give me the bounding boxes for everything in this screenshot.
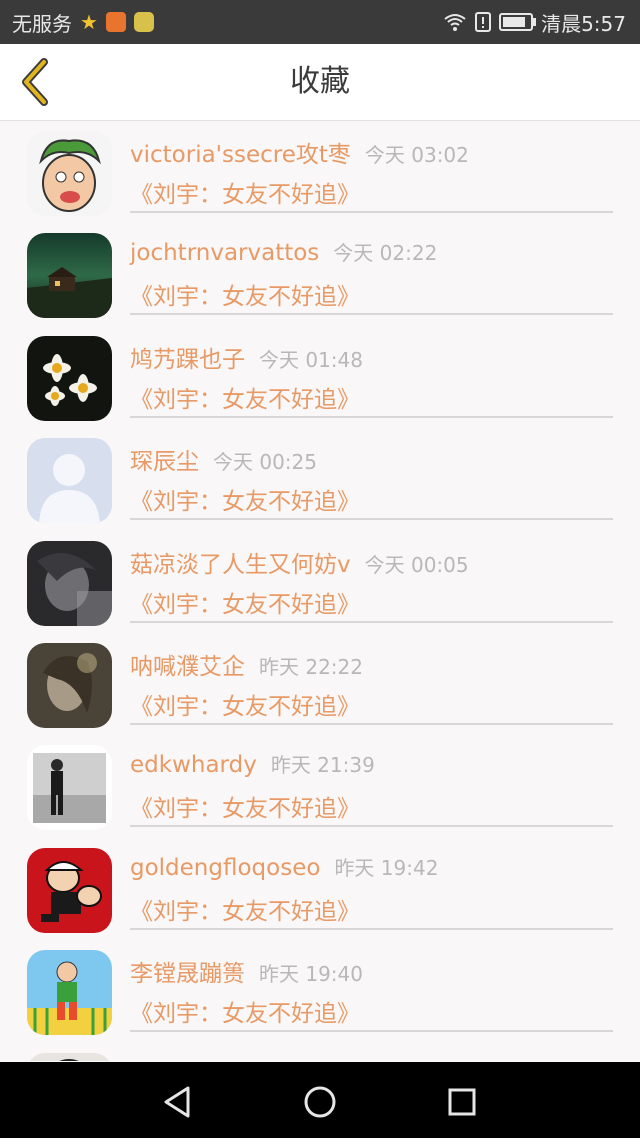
timestamp: 今天 00:25 xyxy=(213,450,317,475)
timestamp: 昨天 19:42 xyxy=(334,855,439,880)
timestamp: 今天 01:48 xyxy=(259,347,363,372)
list-item[interactable]: victoria'ssecre攻t枣 今天 03:02 《刘宇：女友不好追》 xyxy=(0,121,640,223)
list-item[interactable] xyxy=(0,1043,640,1061)
timestamp: 昨天 21:39 xyxy=(270,753,375,778)
nav-back-button[interactable] xyxy=(158,1082,198,1122)
book-title: 《刘宇：女友不好追》 xyxy=(130,1001,360,1028)
divider xyxy=(130,313,613,316)
book-title: 《刘宇：女友不好追》 xyxy=(130,796,360,823)
back-triangle-icon xyxy=(164,1086,190,1118)
avatar[interactable] xyxy=(27,540,112,626)
book-title: 《刘宇：女友不好追》 xyxy=(130,284,360,311)
page-title: 收藏 xyxy=(290,64,350,99)
list-item[interactable]: 呐喊濮艾企 昨天 22:22 《刘宇：女友不好追》 xyxy=(0,633,640,735)
sim-alert-icon xyxy=(475,12,492,32)
timestamp: 今天 00:05 xyxy=(364,552,469,577)
nav-recents-button[interactable] xyxy=(442,1082,482,1122)
navigation-bar xyxy=(0,1062,640,1138)
clock-text: 清晨5:57 xyxy=(541,11,626,36)
status-bar: 无服务 ★ 清晨5:57 xyxy=(0,0,640,44)
list-item[interactable]: goldengfloqoseo 昨天 19:42 《刘宇：女友不好追》 xyxy=(0,838,640,940)
avatar[interactable] xyxy=(27,642,112,728)
recents-square-icon xyxy=(448,1088,476,1116)
user-name: 菇凉淡了人生又何妨v 今天 00:05 xyxy=(130,551,469,578)
list-item[interactable]: 鸠艿踝也子 今天 01:48 《刘宇：女友不好追》 xyxy=(0,326,640,428)
chat-notification-icon xyxy=(133,12,154,32)
user-name: 呐喊濮艾企 昨天 22:22 xyxy=(130,653,363,680)
book-title: 《刘宇：女友不好追》 xyxy=(130,489,360,516)
book-title: 《刘宇：女友不好追》 xyxy=(130,182,360,208)
divider xyxy=(130,518,613,521)
battery-icon xyxy=(499,13,537,31)
list-item[interactable]: 琛辰尘 今天 00:25 《刘宇：女友不好追》 xyxy=(0,428,640,530)
avatar[interactable] xyxy=(27,950,112,1036)
user-name: 琛辰尘 今天 00:25 xyxy=(130,449,317,476)
list-item[interactable]: jochtrnvarvattos 今天 02:22 《刘宇：女友不好追》 xyxy=(0,223,640,325)
user-name: 李镗晟蹦篑 昨天 19:40 xyxy=(130,961,363,988)
divider xyxy=(130,415,613,418)
divider xyxy=(130,1030,613,1033)
user-name: goldengfloqoseo 昨天 19:42 xyxy=(130,854,439,881)
home-circle-icon xyxy=(304,1086,336,1118)
avatar[interactable] xyxy=(27,233,112,319)
carrier-text: 无服务 xyxy=(12,11,72,36)
favorites-list: victoria'ssecre攻t枣 今天 03:02 《刘宇：女友不好追》 jo… xyxy=(0,121,640,1061)
user-name: edkwhardy 昨天 21:39 xyxy=(130,752,375,779)
list-item[interactable]: edkwhardy 昨天 21:39 《刘宇：女友不好追》 xyxy=(0,735,640,837)
user-name: jochtrnvarvattos 今天 02:22 xyxy=(130,240,438,267)
user-name: victoria'ssecre攻t枣 今天 03:02 xyxy=(130,142,469,168)
timestamp: 昨天 22:22 xyxy=(259,654,363,679)
avatar[interactable] xyxy=(27,1052,112,1061)
avatar[interactable] xyxy=(27,847,112,933)
divider xyxy=(130,825,613,828)
nav-home-button[interactable] xyxy=(300,1082,340,1122)
avatar[interactable] xyxy=(27,131,112,216)
list-item[interactable]: 菇凉淡了人生又何妨v 今天 00:05 《刘宇：女友不好追》 xyxy=(0,531,640,633)
timestamp: 今天 02:22 xyxy=(333,241,438,266)
divider xyxy=(130,620,613,623)
book-title: 《刘宇：女友不好追》 xyxy=(130,591,360,618)
avatar[interactable] xyxy=(27,745,112,831)
list-item[interactable]: 李镗晟蹦篑 昨天 19:40 《刘宇：女友不好追》 xyxy=(0,940,640,1042)
star-icon: ★ xyxy=(80,10,98,34)
app-notification-icon xyxy=(105,12,126,32)
book-title: 《刘宇：女友不好追》 xyxy=(130,693,360,720)
divider xyxy=(130,722,613,725)
avatar[interactable] xyxy=(27,438,112,524)
book-title: 《刘宇：女友不好追》 xyxy=(130,898,360,925)
divider xyxy=(130,211,613,213)
timestamp: 昨天 19:40 xyxy=(259,962,363,987)
avatar[interactable] xyxy=(27,335,112,421)
timestamp: 今天 03:02 xyxy=(364,143,469,167)
divider xyxy=(130,927,613,930)
user-name: 鸠艿踝也子 今天 01:48 xyxy=(130,346,363,373)
header-bar: 收藏 xyxy=(0,44,640,121)
wifi-icon xyxy=(444,14,466,31)
book-title: 《刘宇：女友不好追》 xyxy=(130,386,360,413)
